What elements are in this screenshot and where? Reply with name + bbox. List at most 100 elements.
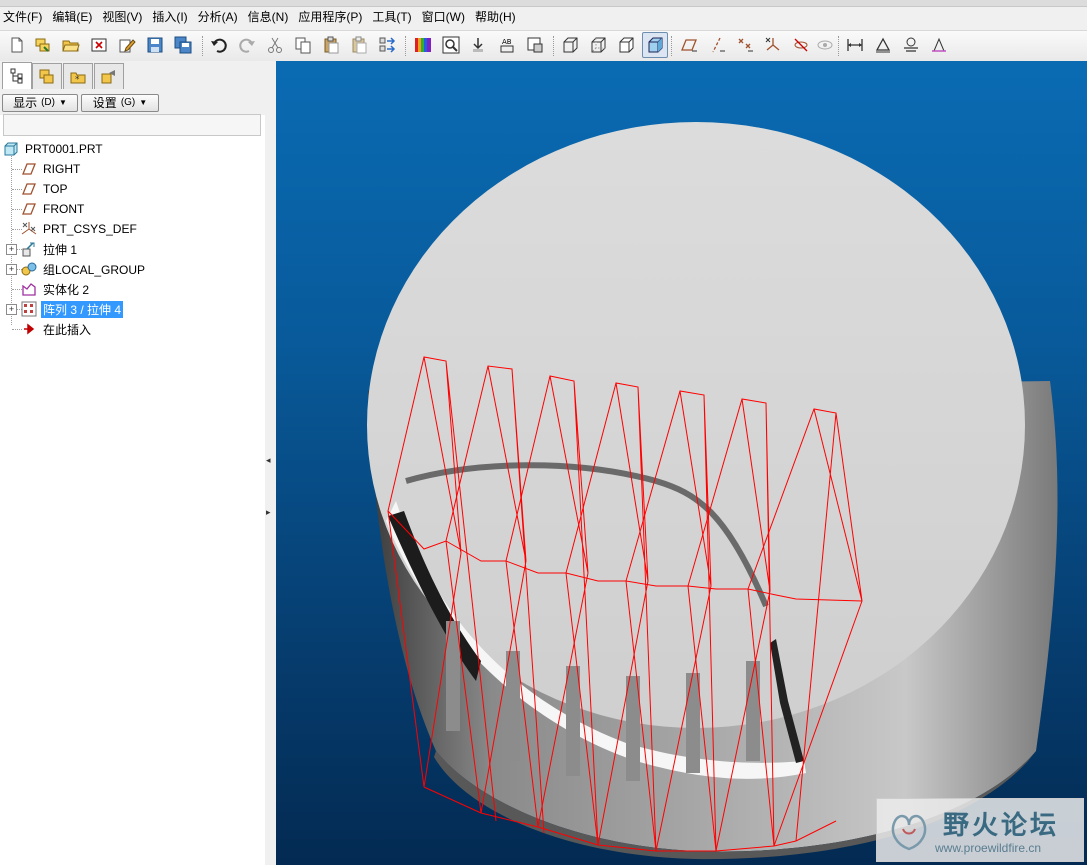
graphics-viewport[interactable]: [276, 61, 1087, 865]
spin-center-icon: [794, 38, 808, 52]
tree-item-insert-here[interactable]: 在此插入: [21, 319, 93, 339]
tree-item-pattern-3[interactable]: 阵列 3 / 拉伸 4: [21, 299, 124, 319]
curvature-analysis-button[interactable]: [929, 35, 949, 55]
menu-view[interactable]: 视图(V): [99, 7, 149, 28]
menu-insert[interactable]: 插入(I): [149, 7, 194, 28]
tree-item-front-plane[interactable]: FRONT: [21, 199, 86, 219]
refit-button[interactable]: AB: [497, 35, 517, 55]
menu-tools[interactable]: 工具(T): [369, 7, 418, 28]
no-hidden-button[interactable]: [616, 35, 636, 55]
open-session-button[interactable]: [33, 35, 53, 55]
watermark-title: 野火论坛: [943, 811, 1060, 841]
annotation-toggle[interactable]: [815, 35, 835, 55]
part-icon: [3, 141, 19, 157]
paste-special-button[interactable]: [349, 35, 369, 55]
open-file-button[interactable]: [61, 35, 81, 55]
save-button[interactable]: [145, 35, 165, 55]
tree-item-extrude-1[interactable]: 拉伸 1: [21, 239, 79, 259]
wireframe-button[interactable]: [560, 35, 580, 55]
measure-button[interactable]: [845, 35, 865, 55]
undo-button[interactable]: [209, 35, 229, 55]
tab-model-tree[interactable]: [2, 62, 32, 89]
wireframe-cube-icon: [563, 37, 578, 53]
display-dropdown[interactable]: 显示 (D) ▼: [2, 94, 78, 112]
section-analysis-button[interactable]: [901, 35, 921, 55]
tree-item-part[interactable]: PRT0001.PRT: [3, 139, 105, 159]
chevron-down-icon: ▼: [58, 98, 67, 107]
menu-help[interactable]: 帮助(H): [472, 7, 523, 28]
tree-item-label: TOP: [43, 182, 68, 196]
tree-item-label: 实体化 2: [43, 282, 90, 297]
tree-expander-pattern[interactable]: +: [6, 304, 17, 315]
expand-right-icon[interactable]: ▸: [266, 507, 271, 518]
menu-applications[interactable]: 应用程序(P): [295, 7, 369, 28]
copy-button[interactable]: [293, 35, 313, 55]
tree-item-solidify-2[interactable]: 实体化 2: [21, 279, 91, 299]
tree-item-label: PRT0001.PRT: [25, 142, 103, 156]
datum-planes-toggle[interactable]: [679, 35, 699, 55]
redo-button[interactable]: [237, 35, 257, 55]
panel-splitter[interactable]: ◂ ▸: [265, 61, 275, 865]
datum-axes-toggle[interactable]: [707, 35, 727, 55]
datum-plane-icon: [21, 161, 37, 177]
menu-window[interactable]: 窗口(W): [419, 7, 472, 28]
close-window-button[interactable]: [89, 35, 109, 55]
datum-axis-toggle-icon: [712, 37, 725, 53]
collapse-left-icon[interactable]: ◂: [266, 455, 271, 466]
save-copy-button[interactable]: [173, 35, 193, 55]
shading-button[interactable]: [642, 32, 668, 58]
save-copy-icon: [174, 36, 192, 54]
tree-expander-extrude[interactable]: +: [6, 244, 17, 255]
tree-item-label: PRT_CSYS_DEF: [43, 222, 137, 236]
tree-item-csys[interactable]: PRT_CSYS_DEF: [21, 219, 139, 239]
tree-item-label: 在此插入: [43, 322, 92, 337]
zoom-out-button[interactable]: [469, 35, 489, 55]
cut-button[interactable]: [265, 35, 285, 55]
appearance-button[interactable]: [413, 35, 433, 55]
section-icon: [904, 37, 918, 52]
zoom-in-button[interactable]: [441, 35, 461, 55]
close-window-icon: [91, 38, 107, 52]
tree-item-label: FRONT: [43, 202, 85, 216]
toolbar-separator: [405, 36, 407, 56]
menu-info[interactable]: 信息(N): [245, 7, 296, 28]
new-file-button[interactable]: [7, 35, 27, 55]
tree-item-label: RIGHT: [43, 162, 81, 176]
tab-connections[interactable]: [94, 63, 124, 89]
tree-item-top-plane[interactable]: TOP: [21, 179, 69, 199]
main-toolbar: AB: [0, 30, 1087, 61]
spin-center-toggle[interactable]: [791, 35, 811, 55]
tab-layers[interactable]: [32, 63, 62, 89]
edit-button[interactable]: [117, 35, 137, 55]
menu-analysis[interactable]: 分析(A): [195, 7, 245, 28]
csys-toggle[interactable]: [763, 35, 783, 55]
folder-open-icon: [62, 40, 80, 52]
tree-filter-bar[interactable]: [3, 114, 261, 136]
navigator-panel: * 显示 (D) ▼ 设置 (G) ▼ + + + PRT0001.PRT RI…: [0, 61, 266, 865]
display-dropdown-key: (D): [41, 97, 55, 108]
hidden-line-button[interactable]: [588, 35, 608, 55]
datum-plane-icon: [21, 181, 37, 197]
menu-file[interactable]: 文件(F): [0, 7, 49, 28]
mass-properties-button[interactable]: [873, 35, 893, 55]
tree-item-local-group[interactable]: 组LOCAL_GROUP: [21, 259, 147, 279]
toolbar-separator: [838, 36, 840, 56]
menu-edit[interactable]: 编辑(E): [49, 7, 99, 28]
forum-watermark: 野火论坛 www.proewildfire.cn: [876, 798, 1084, 862]
datum-points-toggle[interactable]: [735, 35, 755, 55]
eye-icon: [817, 40, 833, 50]
svg-text:*: *: [75, 75, 80, 85]
datum-point-toggle-icon: [738, 38, 753, 52]
tree-expander-group[interactable]: +: [6, 264, 17, 275]
navigator-tabs: *: [0, 61, 265, 90]
new-file-icon: [11, 37, 23, 53]
display-dropdown-label: 显示: [13, 96, 38, 110]
tab-favorites[interactable]: *: [63, 63, 93, 89]
settings-dropdown[interactable]: 设置 (G) ▼: [81, 94, 159, 112]
paste-button[interactable]: [321, 35, 341, 55]
tree-item-right-plane[interactable]: RIGHT: [21, 159, 82, 179]
orient-button[interactable]: [525, 35, 545, 55]
orient-icon: [527, 37, 543, 53]
zoom-window-icon: [442, 36, 460, 54]
regenerate-button[interactable]: [377, 35, 397, 55]
